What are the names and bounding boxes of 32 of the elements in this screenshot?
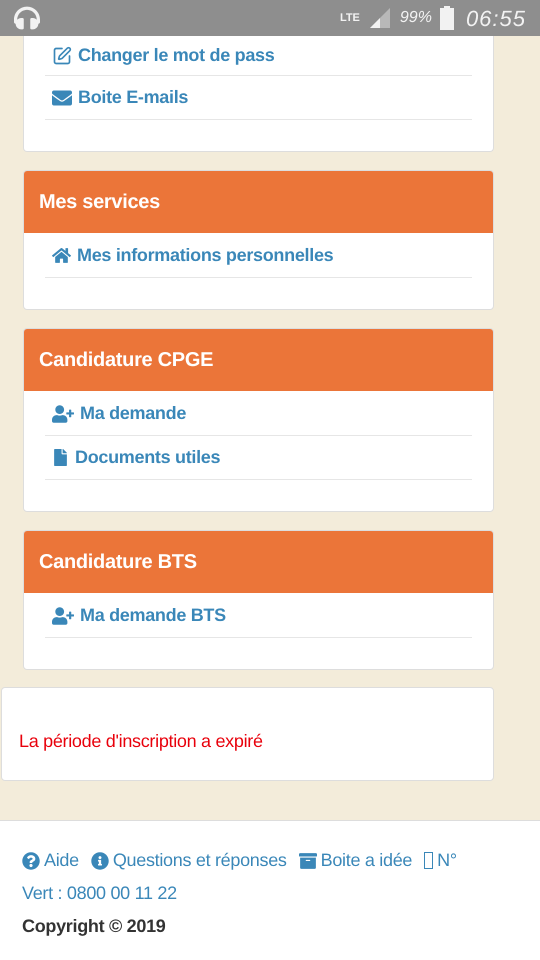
battery-level: 99%	[400, 8, 432, 28]
section-header: Mes services	[24, 171, 493, 233]
menu-link[interactable]: Ma demande	[52, 400, 186, 427]
phone-link[interactable]: Vert : 0800 00 11 22	[22, 880, 518, 907]
house-icon	[52, 246, 71, 265]
menu-link[interactable]: Mes informations personnelles	[52, 242, 334, 269]
footer-link[interactable]: Aide	[22, 847, 79, 874]
network-type: LTE	[340, 10, 360, 26]
menu-link[interactable]: Changer le mot de pass	[52, 42, 274, 69]
section-header: Candidature CPGE	[24, 329, 493, 391]
missing-glyph-icon	[424, 852, 434, 869]
footer-link[interactable]: Questions et réponses	[90, 847, 287, 874]
edit-icon	[52, 46, 72, 66]
section-header: Candidature BTS	[24, 531, 493, 593]
menu-link[interactable]: Boite E-mails	[52, 84, 188, 111]
expired-message: La période d'inscription a expiré	[19, 730, 263, 753]
file-icon	[52, 449, 69, 466]
signal-icon	[368, 6, 392, 30]
help-icon	[22, 852, 40, 870]
info-icon	[90, 852, 109, 870]
envelope-icon	[52, 88, 72, 108]
clock: 06:55	[466, 4, 526, 32]
menu-link[interactable]: Documents utiles	[52, 444, 220, 471]
footer-link[interactable]: Boite a idée	[298, 847, 412, 874]
archive-box-icon	[298, 852, 317, 870]
battery-icon	[440, 6, 454, 30]
copyright: Copyright © 2019	[22, 915, 166, 938]
footer-link[interactable]: N°	[424, 847, 457, 874]
menu-link[interactable]: Ma demande BTS	[52, 602, 226, 629]
user-plus-icon	[52, 402, 74, 424]
user-plus-icon	[52, 604, 74, 626]
headphones-icon	[14, 5, 40, 31]
